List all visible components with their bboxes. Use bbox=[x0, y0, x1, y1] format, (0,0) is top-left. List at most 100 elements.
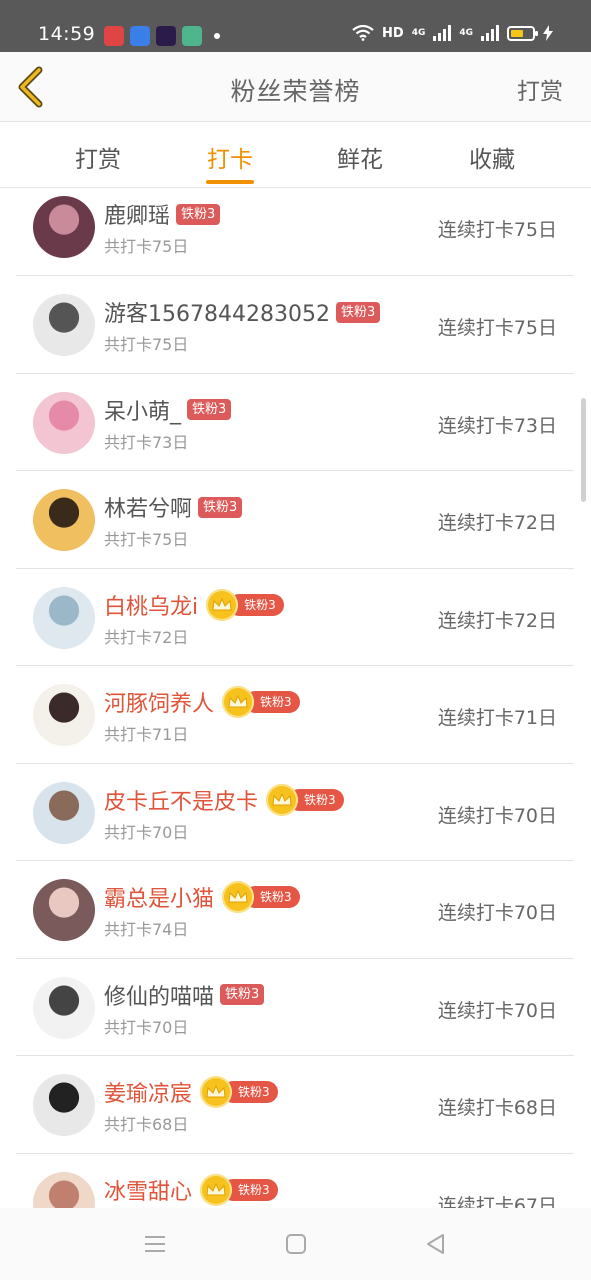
name-line: 河豚饲养人 铁粉3 bbox=[104, 686, 300, 718]
back-nav-button[interactable] bbox=[424, 1232, 448, 1256]
fan-level-badge: 铁粉3 bbox=[198, 496, 243, 518]
total-checkin-days: 共打卡71日 bbox=[104, 725, 189, 744]
tab-flowers[interactable]: 鲜花 bbox=[320, 140, 400, 174]
total-checkin-days: 共打卡68日 bbox=[104, 1115, 189, 1134]
user-avatar[interactable] bbox=[33, 879, 95, 941]
total-checkin-days: 共打卡74日 bbox=[104, 920, 189, 939]
user-name[interactable]: 姜瑜凉宸 bbox=[104, 1076, 192, 1108]
leaderboard-row[interactable]: 冰雪甜心 铁粉3 连续打卡67日 bbox=[16, 1154, 574, 1208]
user-name[interactable]: 林若兮啊 bbox=[104, 491, 192, 523]
user-name[interactable]: 皮卡丘不是皮卡 bbox=[104, 784, 258, 816]
user-name[interactable]: 游客1567844283052 bbox=[104, 296, 330, 328]
fan-level-badge: 铁粉3 bbox=[220, 984, 265, 1005]
signal-1-icon bbox=[433, 25, 452, 41]
leaderboard-row[interactable]: 林若兮啊 铁粉3 共打卡75日 连续打卡72日 bbox=[16, 471, 574, 569]
tab-tip[interactable]: 打赏 bbox=[58, 140, 138, 174]
consecutive-checkin-days: 连续打卡72日 bbox=[437, 512, 557, 534]
app-notification-icon bbox=[156, 26, 176, 46]
user-avatar[interactable] bbox=[33, 781, 95, 844]
active-tab-indicator bbox=[206, 180, 254, 184]
leaderboard-row[interactable]: 修仙的喵喵 铁粉3 共打卡70日 连续打卡70日 bbox=[16, 959, 574, 1056]
home-button[interactable] bbox=[284, 1232, 308, 1256]
back-triangle-icon bbox=[427, 1234, 444, 1254]
user-avatar[interactable] bbox=[33, 489, 95, 551]
battery-icon bbox=[507, 25, 538, 41]
user-name[interactable]: 鹿卿瑶 bbox=[104, 198, 170, 230]
crown-icon bbox=[222, 686, 255, 718]
user-avatar[interactable] bbox=[33, 586, 95, 649]
tab-bar: 打赏 打卡 鲜花 收藏 bbox=[0, 123, 591, 188]
consecutive-checkin-days: 连续打卡71日 bbox=[437, 707, 557, 729]
leaderboard-row[interactable]: 霸总是小猫 铁粉3 共打卡74日 连续打卡70日 bbox=[16, 861, 574, 959]
user-avatar[interactable] bbox=[33, 976, 95, 1039]
total-checkin-days: 共打卡70日 bbox=[104, 1017, 189, 1037]
signal-2-label: 4G bbox=[459, 28, 473, 38]
fan-level-badge: 铁粉3 bbox=[266, 783, 344, 816]
user-name[interactable]: 冰雪甜心 bbox=[104, 1174, 192, 1206]
name-line: 冰雪甜心 铁粉3 bbox=[104, 1173, 278, 1206]
user-name[interactable]: 白桃乌龙i bbox=[104, 589, 198, 621]
menu-icon bbox=[145, 1236, 165, 1252]
user-avatar[interactable] bbox=[33, 196, 95, 258]
user-name[interactable]: 河豚饲养人 bbox=[104, 686, 214, 718]
signal-2-icon bbox=[481, 25, 499, 41]
leaderboard-row[interactable]: 姜瑜凉宸 铁粉3 共打卡68日 连续打卡68日 bbox=[16, 1056, 574, 1154]
fan-level-badge: 铁粉3 bbox=[187, 399, 232, 420]
system-indicators: HD 4G 4G bbox=[352, 25, 553, 41]
consecutive-checkin-days: 连续打卡75日 bbox=[437, 317, 557, 339]
user-avatar[interactable] bbox=[33, 1171, 95, 1208]
menu-button[interactable] bbox=[143, 1232, 167, 1256]
leaderboard-row[interactable]: 河豚饲养人 铁粉3 共打卡71日 连续打卡71日 bbox=[16, 666, 574, 764]
checkin-leaderboard[interactable]: 鹿卿瑶 铁粉3 共打卡75日 连续打卡75日 游客1567844283052 铁粉3 共打卡… bbox=[16, 188, 574, 1208]
notification-icons bbox=[104, 26, 220, 46]
consecutive-checkin-days: 连续打卡68日 bbox=[437, 1097, 557, 1119]
leaderboard-row[interactable]: 白桃乌龙i 铁粉3 共打卡72日 连续打卡72日 bbox=[16, 569, 574, 666]
wifi-icon bbox=[352, 25, 374, 41]
tab-checkin[interactable]: 打卡 bbox=[190, 140, 270, 174]
name-line: 鹿卿瑶 铁粉3 bbox=[104, 198, 221, 230]
name-line: 白桃乌龙i 铁粉3 bbox=[104, 588, 284, 621]
total-checkin-days: 共打卡70日 bbox=[104, 822, 189, 842]
app-notification-icon bbox=[104, 26, 124, 46]
system-nav-bar bbox=[0, 1208, 591, 1280]
user-avatar[interactable] bbox=[33, 294, 95, 356]
user-avatar[interactable] bbox=[33, 391, 95, 454]
name-line: 皮卡丘不是皮卡 铁粉3 bbox=[104, 783, 344, 816]
user-avatar[interactable] bbox=[33, 684, 95, 746]
total-checkin-days: 共打卡75日 bbox=[104, 335, 189, 354]
name-line: 呆小萌_ 铁粉3 bbox=[104, 394, 232, 426]
crown-icon bbox=[222, 881, 255, 913]
app-notification-icon bbox=[130, 26, 150, 46]
fan-level-badge: 铁粉3 bbox=[206, 588, 284, 621]
leaderboard-row[interactable]: 皮卡丘不是皮卡 铁粉3 共打卡70日 连续打卡70日 bbox=[16, 764, 574, 861]
status-bar: 14:59 HD 4G 4G bbox=[0, 0, 591, 52]
name-line: 修仙的喵喵 铁粉3 bbox=[104, 979, 265, 1011]
crown-icon bbox=[266, 783, 299, 816]
fan-level-badge: 铁粉3 bbox=[222, 686, 300, 718]
home-square-icon bbox=[286, 1234, 306, 1254]
app-notification-icon bbox=[182, 26, 202, 46]
scrollbar[interactable] bbox=[581, 398, 586, 502]
total-checkin-days: 共打卡73日 bbox=[104, 432, 189, 452]
leaderboard-row[interactable]: 呆小萌_ 铁粉3 共打卡73日 连续打卡73日 bbox=[16, 374, 574, 471]
total-checkin-days: 共打卡75日 bbox=[104, 237, 189, 256]
consecutive-checkin-days: 连续打卡72日 bbox=[437, 609, 557, 632]
name-line: 游客1567844283052 铁粉3 bbox=[104, 296, 381, 328]
user-name[interactable]: 修仙的喵喵 bbox=[104, 979, 214, 1011]
charging-icon bbox=[543, 25, 553, 41]
page-title: 粉丝荣誉榜 bbox=[230, 77, 361, 106]
more-notifications-icon bbox=[214, 33, 220, 39]
tip-button[interactable]: 打赏 bbox=[517, 72, 563, 106]
user-avatar[interactable] bbox=[33, 1074, 95, 1136]
tab-favorites[interactable]: 收藏 bbox=[452, 140, 532, 174]
leaderboard-row[interactable]: 游客1567844283052 铁粉3 共打卡75日 连续打卡75日 bbox=[16, 276, 574, 374]
leaderboard-row[interactable]: 鹿卿瑶 铁粉3 共打卡75日 连续打卡75日 bbox=[16, 188, 574, 276]
user-name[interactable]: 呆小萌_ bbox=[104, 394, 181, 426]
user-name[interactable]: 霸总是小猫 bbox=[104, 881, 214, 913]
crown-icon bbox=[206, 588, 239, 621]
name-line: 霸总是小猫 铁粉3 bbox=[104, 881, 300, 913]
signal-1-label: 4G bbox=[411, 28, 426, 38]
total-checkin-days: 共打卡72日 bbox=[104, 627, 189, 647]
consecutive-checkin-days: 连续打卡70日 bbox=[437, 902, 557, 924]
fan-level-badge: 铁粉3 bbox=[176, 203, 221, 225]
